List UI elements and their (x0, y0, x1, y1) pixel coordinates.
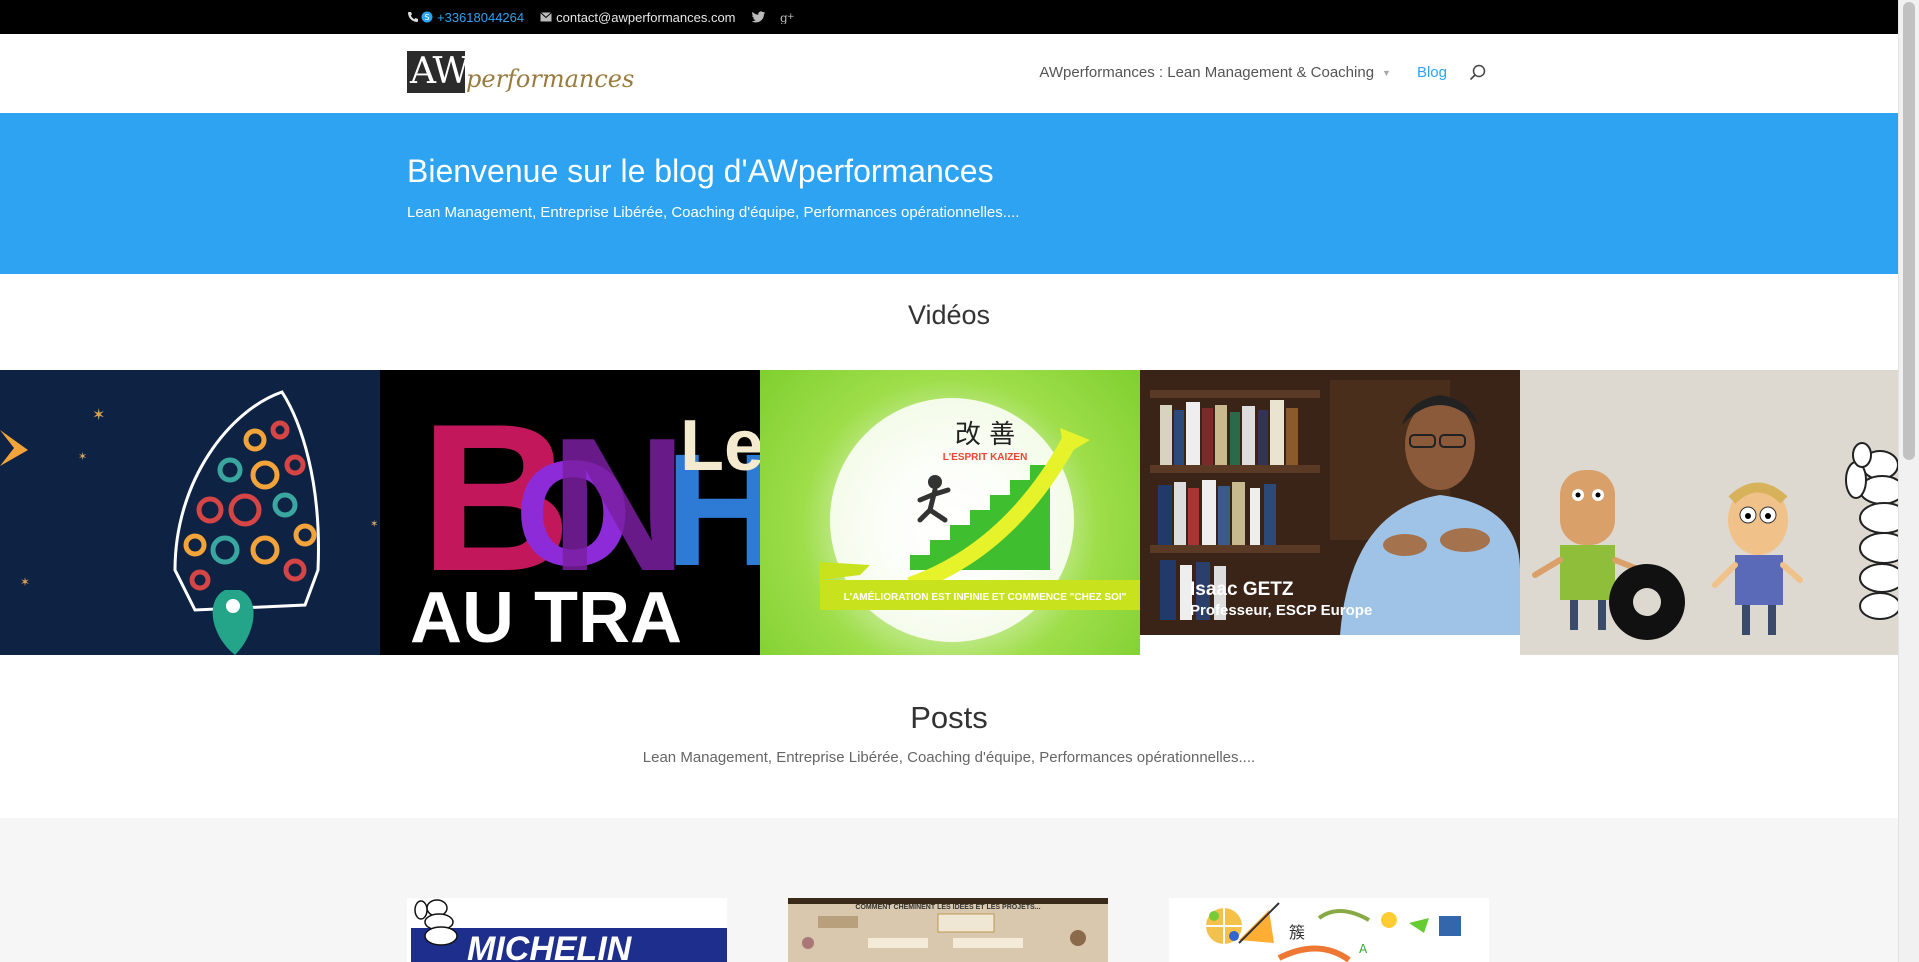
search-icon (1469, 64, 1486, 81)
video-tile-kaizen[interactable]: 改 善 L'ESPRIT KAIZEN L'AMÉLIORATION EST I… (760, 370, 1140, 655)
video-tile-rocket[interactable]: ✶ ✶ ✶ ✶ (0, 370, 380, 655)
site-logo[interactable]: AW performances (407, 51, 634, 93)
video-tile-cartoon[interactable] (1520, 370, 1898, 655)
logo-text: performances (466, 65, 635, 93)
svg-text:S: S (424, 13, 429, 22)
top-bar: S +33618044264 contact@awperformances.co… (0, 0, 1898, 34)
phone-icon (407, 11, 419, 23)
nav-item-label: AWperformances : Lean Management & Coach… (1039, 64, 1375, 81)
svg-text:✶: ✶ (78, 450, 87, 463)
svg-text:+: + (787, 12, 795, 22)
improvement-drawing-image: 簇 A (1169, 898, 1489, 962)
cartoon-illustration (1532, 442, 1898, 640)
isaac-getz-frame: Isaac GETZ Professeur, ESCP Europe (1140, 370, 1520, 655)
video-tile-isaac-getz[interactable]: Isaac GETZ Professeur, ESCP Europe (1140, 370, 1520, 655)
posts-subtitle: Lean Management, Entreprise Libérée, Coa… (642, 749, 1256, 766)
kaizen-banner: L'AMÉLIORATION EST INFINIE ET COMMENCE "… (844, 590, 1127, 603)
google-plus-link[interactable]: g + (780, 11, 796, 24)
email-link[interactable]: contact@awperformances.com (540, 9, 736, 25)
phone-link[interactable]: S +33618044264 (407, 10, 524, 25)
ideas-flow-image: COMMENT CHEMINENT LES IDÉES ET LES PROJE… (788, 898, 1108, 962)
hero-banner: Bienvenue sur le blog d'AWperformances L… (0, 113, 1898, 274)
video-carousel: ✶ ✶ ✶ ✶ B O N H Le AU TRA 改 善 L'ESPRIT K… (0, 370, 1898, 655)
bonheur-le: Le (680, 406, 760, 486)
chevron-down-icon: ▼ (1382, 67, 1391, 78)
speaker-name: Isaac GETZ (1190, 579, 1294, 600)
speaker-role: Professeur, ESCP Europe (1190, 602, 1372, 619)
page-scrollbar[interactable] (1898, 0, 1919, 962)
logo-mark: AW (407, 51, 470, 93)
twitter-link[interactable] (751, 10, 766, 24)
rocket-illustration: ✶ ✶ ✶ ✶ (0, 390, 378, 655)
svg-text:✶: ✶ (92, 405, 105, 424)
post-thumb-improvement[interactable]: 簇 A (1169, 898, 1489, 962)
posts-heading: Posts (910, 700, 988, 735)
post-thumb-michelin[interactable]: MICHELIN (407, 898, 727, 962)
scrollbar-thumb[interactable] (1903, 2, 1915, 460)
kaizen-illustration: 改 善 L'ESPRIT KAIZEN L'AMÉLIORATION EST I… (820, 398, 1140, 642)
nav-item-awperformances[interactable]: AWperformances : Lean Management & Coach… (1039, 64, 1391, 81)
hero-subtitle: Lean Management, Entreprise Libérée, Coa… (407, 204, 1020, 221)
bonheur-au-travail: AU TRA (410, 578, 682, 655)
michelin-wordmark: MICHELIN (467, 930, 633, 962)
email-address: contact@awperformances.com (556, 9, 736, 25)
search-button[interactable] (1469, 64, 1486, 81)
kaizen-chinese: 改 善 (955, 420, 1015, 450)
envelope-icon (540, 12, 552, 22)
posts-grid: MICHELIN COMMENT CHEMINENT LES IDÉES ET … (0, 818, 1898, 962)
hero-title: Bienvenue sur le blog d'AWperformances (407, 153, 994, 189)
page: S +33618044264 contact@awperformances.co… (0, 0, 1898, 962)
nav-item-blog[interactable]: Blog (1417, 64, 1447, 81)
skype-icon: S (421, 11, 433, 23)
ideas-flow-title: COMMENT CHEMINENT LES IDÉES ET LES PROJE… (855, 902, 1040, 911)
twitter-icon (751, 10, 766, 24)
site-header: AW performances AWperformances : Lean Ma… (0, 34, 1898, 113)
svg-text:✶: ✶ (370, 519, 378, 530)
main-nav: AWperformances : Lean Management & Coach… (1039, 64, 1486, 81)
michelin-logo-image: MICHELIN (407, 898, 727, 962)
phone-number: +33618044264 (437, 9, 525, 25)
video-tile-bonheur[interactable]: B O N H Le AU TRA (380, 370, 760, 655)
videos-heading: Vidéos (907, 300, 991, 330)
google-plus-icon: g + (780, 11, 796, 24)
post-thumb-ideas[interactable]: COMMENT CHEMINENT LES IDÉES ET LES PROJE… (788, 898, 1108, 962)
svg-text:簇: 簇 (1289, 923, 1305, 942)
bonheur-title-art: B O N H Le AU TRA (410, 380, 760, 655)
svg-text:✶: ✶ (20, 575, 30, 589)
svg-text:A: A (1359, 942, 1368, 956)
kaizen-brand: L'ESPRIT KAIZEN (943, 452, 1028, 463)
